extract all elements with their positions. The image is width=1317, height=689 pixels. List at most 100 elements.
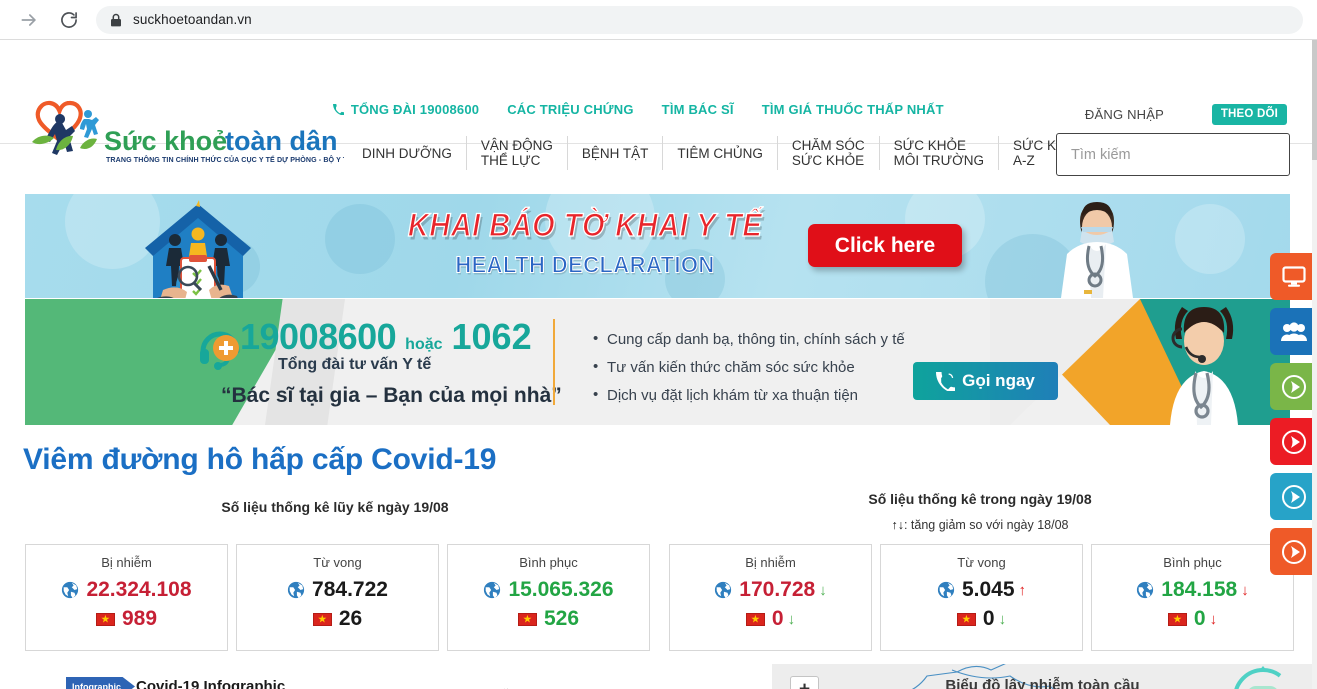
stat-card-cumulative-infected: Bị nhiễm 22.324.108 ★ 989 [25, 544, 228, 651]
stat-world-value: 22.324.108 [26, 578, 227, 602]
stat-vn-number: 0 [1193, 607, 1206, 630]
floating-side-rail [1270, 253, 1317, 583]
trend-arrows-icon: ↑↓ [891, 518, 904, 532]
stat-label: Bị nhiễm [101, 555, 152, 570]
infographic-title[interactable]: Covid-19 Infographic [136, 678, 285, 689]
call-now-button[interactable]: Gọi ngay [913, 362, 1058, 400]
hotline-feature-list: Cung cấp danh bạ, thông tin, chính sách … [593, 325, 905, 410]
stat-world-number: 184.158 [1161, 578, 1238, 601]
monitor-icon [1281, 265, 1306, 287]
stat-card-daily-recovered: Bình phục 184.158 ↓ ★ 0 ↓ [1091, 544, 1294, 651]
hotline-primary: 19008600 [240, 316, 397, 357]
phone-icon [936, 371, 956, 391]
rail-button-play-1[interactable] [1270, 363, 1317, 410]
svg-text:TRANG THÔNG TIN CHÍNH THỨC CỦA: TRANG THÔNG TIN CHÍNH THỨC CỦA CỤC Y TẾ … [106, 154, 344, 164]
family-house-illustration [133, 200, 263, 298]
stat-world-value: 184.158 ↓ [1092, 578, 1293, 602]
nav-item-suc-khoe-moi-truong[interactable]: SỨC KHỎE MÔI TRƯỜNG [880, 136, 1000, 170]
rail-button-play-3[interactable] [1270, 473, 1317, 520]
rail-button-monitor[interactable] [1270, 253, 1317, 300]
trend-down-icon: ↓ [1209, 610, 1218, 628]
global-map-panel[interactable]: Biểu đồ lây nhiễm toàn cầu + − [772, 664, 1313, 689]
globe-icon [715, 581, 732, 599]
hotline-caption: Tổng đài tư vấn Y tế [278, 356, 432, 373]
trend-down-icon: ↓ [1241, 581, 1249, 599]
scrollbar-thumb[interactable] [1312, 40, 1317, 160]
site-header: Sức khoẻ toàn dân TRANG THÔNG TIN CHÍNH … [0, 40, 1317, 176]
stat-world-value: 784.722 [237, 578, 438, 602]
globe-icon [937, 581, 955, 599]
hotline-separator: hoặc [405, 336, 443, 353]
click-here-button[interactable]: Click here [808, 224, 962, 267]
rail-button-users[interactable] [1270, 308, 1317, 355]
toplink-find-doctor[interactable]: TÌM BÁC SĨ [662, 102, 734, 117]
stat-label: Từ vong [313, 555, 362, 570]
svg-text:toàn dân: toàn dân [225, 126, 338, 156]
map-zoom-controls[interactable]: + − [790, 676, 819, 689]
health-declaration-banner[interactable]: KHAI BÁO TỜ KHAI Y TẾ HEALTH DECLARATION… [25, 194, 1290, 298]
vietnam-flag-icon: ★ [956, 612, 976, 626]
stat-card-daily-deaths: Từ vong 5.045 ↑ ★ 0 ↓ [880, 544, 1083, 651]
forward-button[interactable] [14, 5, 44, 35]
trend-up-icon: ↑ [1018, 581, 1027, 599]
stat-vn-value: ★ 0 ↓ [670, 607, 871, 631]
phone-icon [333, 102, 348, 117]
banner-title: KHAI BÁO TỜ KHAI Y TẾ [407, 207, 763, 244]
stat-vn-number: 0 [771, 607, 784, 630]
toplink-lowest-drug-price[interactable]: TÌM GIÁ THUỐC THẤP NHẤT [762, 102, 944, 117]
address-bar[interactable]: suckhoetoandan.vn [96, 5, 1303, 34]
stat-world-value: 170.728 ↓ [670, 578, 871, 602]
headset-icon [200, 331, 240, 370]
globe-icon [1137, 581, 1154, 599]
nav-item-dinh-duong[interactable]: DINH DƯỠNG [348, 136, 467, 170]
cumulative-heading: Số liệu thống kê lũy kế ngày 19/08 [221, 499, 449, 515]
play-icon [1281, 429, 1306, 454]
doctor-photo [1022, 194, 1172, 298]
search-input[interactable] [1071, 146, 1275, 163]
nav-item-cham-soc-suc-khoe[interactable]: CHĂM SÓC SỨC KHỎE [778, 136, 880, 170]
nav-item-tiem-chung[interactable]: TIÊM CHỦNG [663, 136, 778, 170]
reload-icon [61, 11, 77, 28]
stat-card-daily-infected: Bị nhiễm 170.728 ↓ ★ 0 ↓ [669, 544, 872, 651]
hotline-banner: 19008600 hoặc 1062 Tổng đài tư vấn Y tế … [25, 299, 1290, 425]
stat-vn-value: ★ 989 [26, 607, 227, 631]
search-box[interactable] [1056, 133, 1290, 176]
map-zoom-in-button[interactable]: + [791, 677, 818, 689]
stat-world-number: 5.045 [961, 578, 1015, 601]
stat-card-cumulative-deaths: Từ vong 784.722 ★ 26 [236, 544, 439, 651]
users-icon [1280, 321, 1307, 341]
globe-icon [62, 581, 79, 599]
play-icon [1281, 484, 1306, 509]
play-icon [1281, 374, 1306, 399]
arrow-right-icon [21, 13, 36, 26]
stat-world-value: 15.065.326 [448, 578, 649, 602]
chatbot-button[interactable] [1227, 664, 1299, 689]
banner-subtitle: HEALTH DECLARATION [455, 251, 715, 278]
stat-label: Bị nhiễm [745, 555, 796, 570]
nav-item-van-dong-the-luc[interactable]: VẬN ĐỘNG THỂ LỰC [467, 136, 568, 170]
follow-button[interactable]: THEO DÕI [1211, 104, 1287, 125]
stat-world-number: 784.722 [312, 578, 388, 601]
vietnam-flag-icon: ★ [312, 612, 332, 626]
logo-icon: Sức khoẻ toàn dân TRANG THÔNG TIN CHÍNH … [32, 100, 344, 164]
page-scrollbar[interactable] [1312, 40, 1317, 689]
toplink-hotline[interactable]: TỔNG ĐÀI 19008600 [333, 102, 479, 117]
toplink-symptoms[interactable]: CÁC TRIỆU CHỨNG [507, 102, 633, 117]
main-navigation: DINH DƯỠNG VẬN ĐỘNG THỂ LỰC BỆNH TẬT TIÊ… [348, 130, 1099, 176]
daily-note: ↑↓: tăng giảm so với ngày 18/08 [668, 518, 1292, 532]
chatbot-icon [1234, 666, 1292, 689]
trend-down-icon: ↓ [998, 610, 1007, 628]
globe-icon [287, 581, 305, 599]
vertical-divider [553, 319, 555, 405]
play-icon [1281, 539, 1306, 564]
site-logo[interactable]: Sức khoẻ toàn dân TRANG THÔNG TIN CHÍNH … [26, 98, 344, 168]
globe-icon [484, 581, 501, 599]
rail-button-play-4[interactable] [1270, 528, 1317, 575]
reload-button[interactable] [54, 5, 84, 35]
login-link[interactable]: ĐĂNG NHẬP [1085, 107, 1164, 122]
vietnam-flag-icon: ★ [517, 612, 537, 626]
infographic-badge[interactable]: Infographic [66, 677, 135, 689]
hotline-slogan: “Bác sĩ tại gia – Bạn của mọi nhà” [221, 384, 562, 407]
rail-button-play-2[interactable] [1270, 418, 1317, 465]
nav-item-benh-tat[interactable]: BỆNH TẬT [568, 136, 664, 170]
